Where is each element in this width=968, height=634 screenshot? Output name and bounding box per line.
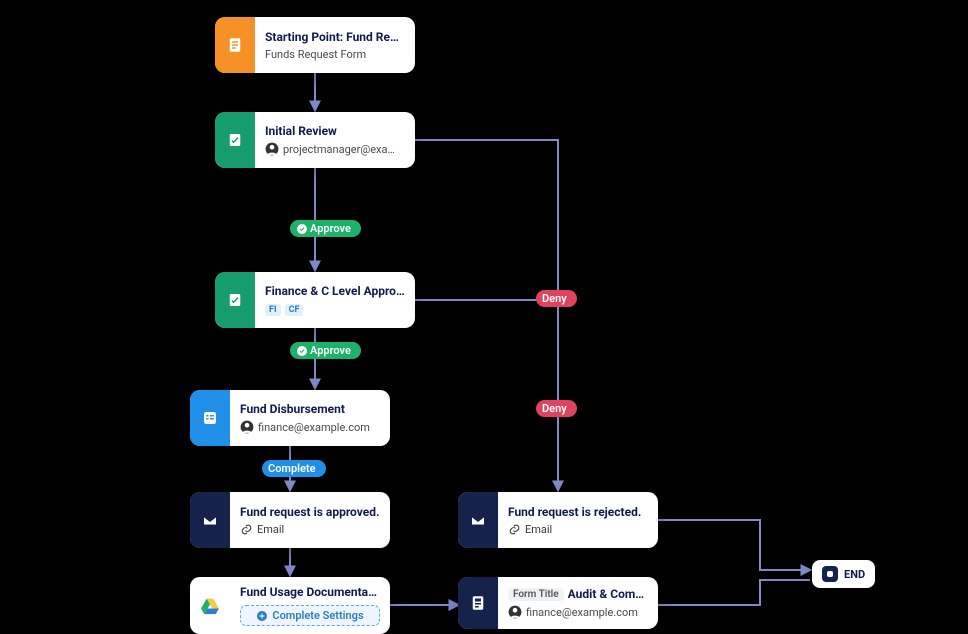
complete-settings-button[interactable]: Complete Settings: [240, 605, 380, 626]
decision-deny[interactable]: Deny: [536, 290, 577, 307]
approval-icon: [215, 272, 255, 328]
assignee-row: projectmanager@exa…: [265, 142, 405, 156]
node-end[interactable]: END: [812, 560, 875, 588]
node-disbursement[interactable]: Fund Disbursement finance@example.com: [190, 390, 390, 446]
node-title: Initial Review: [265, 124, 405, 138]
decision-approve[interactable]: Approve: [290, 342, 361, 359]
node-title: Audit & Compli…: [568, 587, 648, 601]
assignee-row: finance@example.com: [508, 605, 648, 619]
end-label: END: [844, 568, 865, 581]
node-sub: Funds Request Form: [265, 48, 405, 61]
link-row: Email: [508, 523, 648, 536]
form-title-label: Form Title: [508, 588, 564, 601]
node-start[interactable]: Starting Point: Fund Request … Funds Req…: [215, 17, 415, 73]
assignee-row: finance@example.com: [240, 420, 380, 434]
email-icon: [190, 492, 230, 548]
decision-complete[interactable]: Complete: [262, 460, 326, 477]
node-usage-doc[interactable]: Fund Usage Documentation Complete Settin…: [190, 577, 390, 634]
decision-deny[interactable]: Deny: [536, 400, 577, 417]
form-icon: [458, 577, 498, 629]
task-icon: [190, 390, 230, 446]
approval-icon: [215, 112, 255, 168]
node-title: Fund Usage Documentation: [240, 585, 380, 599]
node-finance-approval[interactable]: Finance & C Level Approve &… FI CF: [215, 272, 415, 328]
node-rejected-email[interactable]: Fund request is rejected. Email: [458, 492, 658, 548]
email-icon: [458, 492, 498, 548]
assignee-tags: FI CF: [265, 304, 405, 316]
node-title: Fund request is approved.: [240, 505, 380, 519]
decision-approve[interactable]: Approve: [290, 220, 361, 237]
drive-icon: [190, 577, 230, 634]
form-icon: [215, 17, 255, 73]
node-title: Fund request is rejected.: [508, 505, 648, 519]
node-title: Starting Point: Fund Request …: [265, 30, 405, 44]
node-approved-email[interactable]: Fund request is approved. Email: [190, 492, 390, 548]
node-initial-review[interactable]: Initial Review projectmanager@exa…: [215, 112, 415, 168]
node-title: Fund Disbursement: [240, 402, 380, 416]
link-row: Email: [240, 523, 380, 536]
node-audit[interactable]: Form Title Audit & Compli… finance@examp…: [458, 577, 658, 629]
node-title: Finance & C Level Approve &…: [265, 284, 405, 298]
end-icon: [822, 566, 838, 582]
